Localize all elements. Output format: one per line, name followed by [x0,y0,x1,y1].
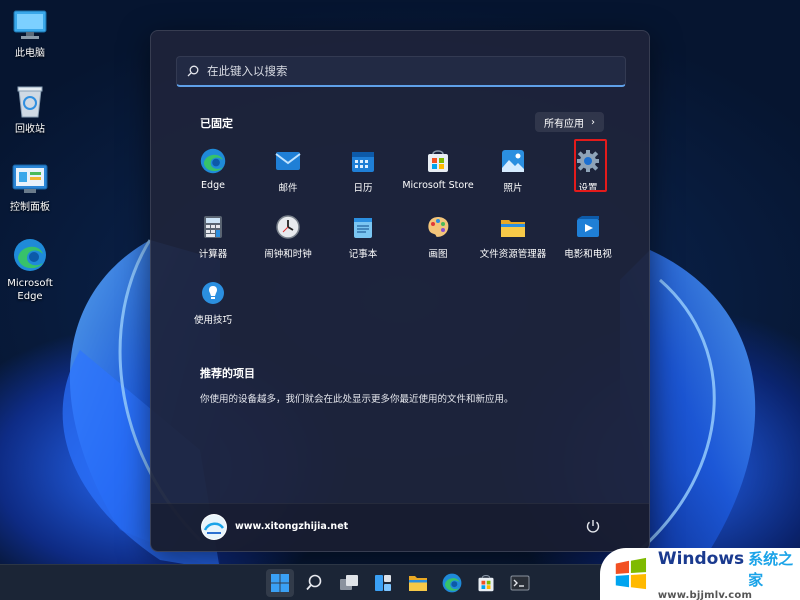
taskbar-store-button[interactable] [472,569,500,597]
pinned-app-paint[interactable]: 画图 [395,214,481,260]
search-box[interactable]: 在此键入以搜索 [176,56,626,87]
watermark-brand: Windows [657,548,745,569]
taskbar-edge-button[interactable] [438,569,466,597]
pinned-app-clock[interactable]: 闹钟和时钟 [245,214,331,260]
widgets-icon [375,575,391,591]
desktop-icon-label: Microsoft Edge [7,278,53,302]
tips-icon [200,280,226,306]
taskbar-search-button[interactable] [300,569,328,597]
desktop-icon-label: 此电脑 [15,48,45,59]
taskbar-widgets-button[interactable] [369,569,397,597]
start-menu: 在此键入以搜索 已固定 所有应用 › Edge 邮件 日历 Microsoft … [150,30,650,552]
terminal-icon [510,575,530,591]
desktop-icon-label: 回收站 [15,124,45,135]
app-name: 使用技巧 [193,315,232,326]
store-icon [478,574,494,592]
desktop-icon-recycle-bin[interactable]: 回收站 [2,82,58,136]
all-apps-label: 所有应用 [544,118,584,130]
watermark-logo: Windows 系统之家 www.bjjmlv.com [600,548,800,600]
pinned-app-calculator[interactable]: 计算器 [170,214,256,260]
app-name: 照片 [503,183,523,194]
watermark-url: www.bjjmlv.com [657,589,753,600]
pinned-app-calendar[interactable]: 日历 [320,148,406,194]
calculator-icon [200,214,226,240]
notepad-icon [350,214,376,240]
windows-flag-icon [615,557,647,590]
clock-icon [275,214,301,240]
user-avatar[interactable] [201,514,227,540]
taskbar-task-view-button[interactable] [335,569,363,597]
folder-icon [500,214,526,240]
settings-highlight-box [574,139,607,192]
search-icon [306,574,322,591]
search-placeholder: 在此键入以搜索 [207,64,288,78]
power-icon [586,520,600,533]
pinned-app-microsoft-store[interactable]: Microsoft Store [395,148,481,191]
pinned-app-file-explorer[interactable]: 文件资源管理器 [470,214,556,260]
desktop-icon-this-pc[interactable]: 此电脑 [2,6,58,60]
pinned-title: 已固定 [200,117,233,130]
computer-icon [11,6,49,44]
start-menu-footer: www.xitongzhijia.net [151,503,649,551]
pinned-app-tips[interactable]: 使用技巧 [170,280,256,326]
taskbar-file-explorer-button[interactable] [404,569,432,597]
app-name: Microsoft Store [402,180,474,191]
app-name: 电影和电视 [564,249,612,260]
app-name: 画图 [428,249,448,260]
desktop-icon-label: 控制面板 [10,202,50,213]
app-name: 计算器 [198,249,228,260]
app-name: 文件资源管理器 [479,249,547,260]
pinned-app-photos[interactable]: 照片 [470,148,556,194]
edge-icon [442,573,462,593]
user-name[interactable]: www.xitongzhijia.net [235,521,348,532]
pinned-app-edge[interactable]: Edge [170,148,256,191]
movies-icon [575,214,601,240]
recycle-bin-icon [11,82,49,120]
pinned-app-mail[interactable]: 邮件 [245,148,331,194]
mail-icon [275,148,301,174]
app-name: Edge [201,180,225,191]
watermark-brand-cn: 系统之家 [748,549,794,589]
taskbar-terminal-button[interactable] [506,569,534,597]
edge-icon [200,148,226,174]
pinned-app-notepad[interactable]: 记事本 [320,214,406,260]
pinned-app-movies-tv[interactable]: 电影和电视 [545,214,631,260]
task-view-icon [340,575,358,590]
recommended-description: 你使用的设备越多，我们就会在此处显示更多你最近使用的文件和新应用。 [200,394,514,405]
desktop-icon-control-panel[interactable]: 控制面板 [2,160,58,214]
store-icon [425,148,451,174]
calendar-icon [350,148,376,174]
all-apps-button[interactable]: 所有应用 › [535,112,604,132]
start-icon [271,574,289,592]
paint-icon [425,214,451,240]
app-name: 记事本 [348,249,378,260]
search-icon [187,62,199,81]
edge-icon [11,236,49,274]
taskbar-start-button[interactable] [266,569,294,597]
power-button[interactable] [585,518,603,536]
file-explorer-icon [409,576,427,591]
desktop-icon-edge[interactable]: Microsoft Edge [2,236,58,303]
app-name: 闹钟和时钟 [264,249,312,260]
recommended-title: 推荐的项目 [200,367,255,380]
app-name: 日历 [353,183,373,194]
photos-icon [500,148,526,174]
control-panel-icon [11,160,49,198]
chevron-right-icon: › [591,116,595,128]
app-name: 邮件 [278,183,298,194]
